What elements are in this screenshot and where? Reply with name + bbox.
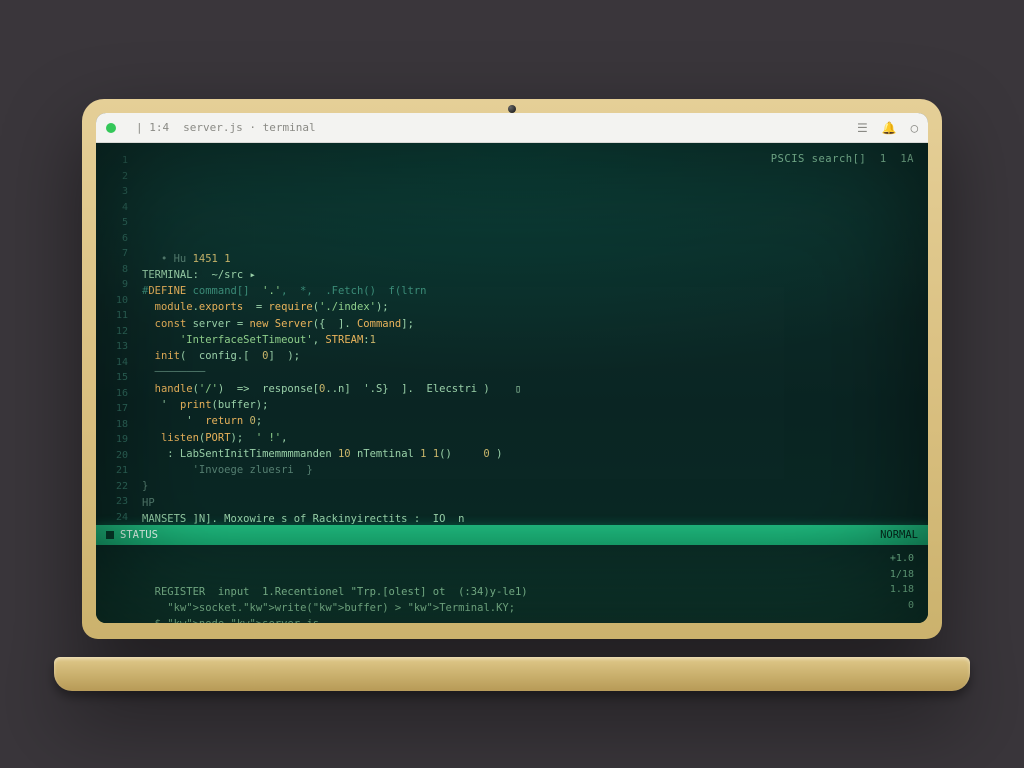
- terminal-viewport[interactable]: PSCIS search[] 1 1A 1 2 3 4 5 6 7 8 9 10…: [96, 143, 928, 623]
- webcam: [508, 105, 516, 113]
- tab-index: | 1:4: [136, 121, 169, 134]
- status-left: STATUS: [120, 527, 158, 543]
- terminal-output: • Hu 1451 1TERMINAL: ~/src ▸ #DEFINE com…: [142, 251, 912, 560]
- laptop-deck: [54, 657, 970, 691]
- tab-title[interactable]: server.js · terminal: [183, 121, 315, 134]
- status-right: NORMAL: [880, 527, 918, 543]
- menu-icon[interactable]: ☰: [857, 121, 868, 135]
- laptop-lid: | 1:4 server.js · terminal ☰ 🔔 ◯ PSCIS s…: [82, 99, 942, 639]
- status-mark-icon: [106, 531, 114, 539]
- user-icon[interactable]: ◯: [911, 121, 918, 135]
- bell-icon[interactable]: 🔔: [882, 121, 897, 135]
- window-titlebar: | 1:4 server.js · terminal ☰ 🔔 ◯: [96, 113, 928, 143]
- traffic-light-icon[interactable]: [106, 123, 116, 133]
- window-controls[interactable]: [106, 123, 116, 133]
- terminal-output-lower: REGISTER input 1.Recentionel "Trp.[olest…: [96, 545, 928, 623]
- laptop-frame: | 1:4 server.js · terminal ☰ 🔔 ◯ PSCIS s…: [82, 99, 942, 669]
- screen: | 1:4 server.js · terminal ☰ 🔔 ◯ PSCIS s…: [96, 113, 928, 623]
- ruler-stack: +1.0 1/18 1.18 0: [890, 551, 914, 613]
- status-bar: STATUS NORMAL: [96, 525, 928, 545]
- editor-badge: PSCIS search[] 1 1A: [771, 151, 914, 167]
